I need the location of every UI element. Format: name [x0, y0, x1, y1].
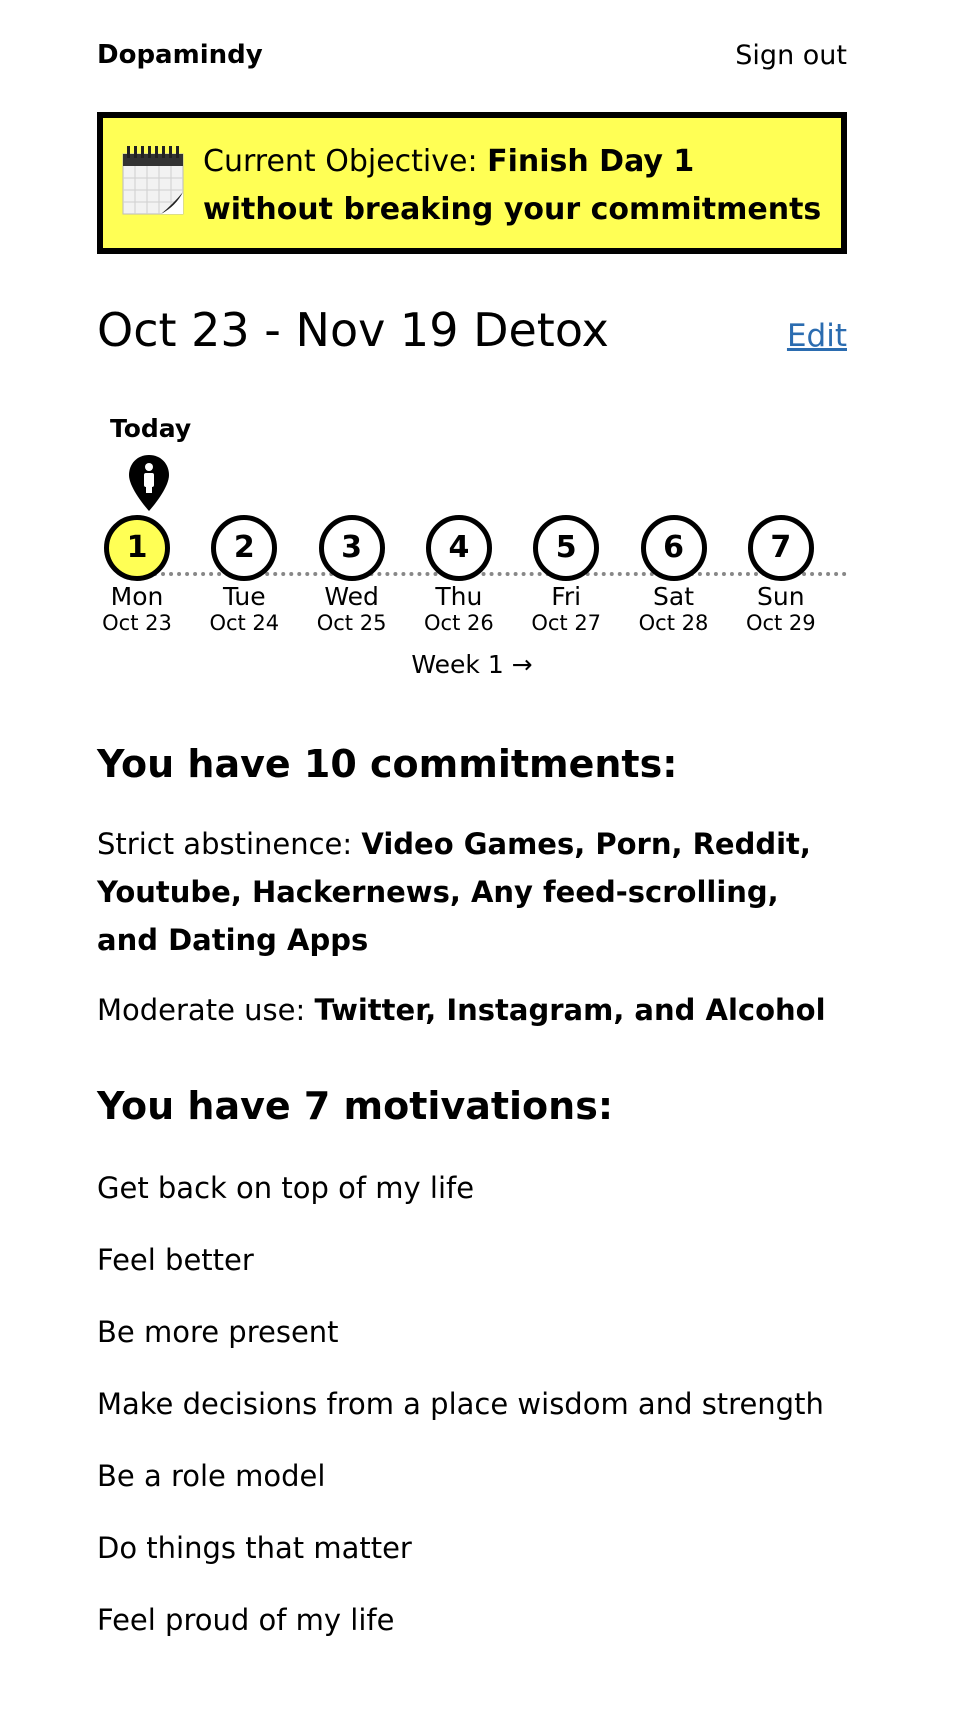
moderate-items: Twitter, Instagram, and Alcohol — [314, 993, 826, 1027]
motivation-item: Make decisions from a place wisdom and s… — [97, 1387, 824, 1421]
day-7[interactable]: 7 Sun Oct 29 — [731, 515, 831, 635]
motivation-item: Be a role model — [97, 1459, 326, 1493]
today-label: Today — [110, 414, 192, 443]
day-circle[interactable]: 2 — [211, 515, 278, 581]
motivation-item: Feel proud of my life — [97, 1603, 395, 1637]
day-date: Oct 26 — [424, 611, 494, 635]
objective-text: Current Objective: Finish Day 1 without … — [203, 138, 823, 234]
current-objective-banner: Current Objective: Finish Day 1 without … — [97, 112, 847, 254]
day-circle[interactable]: 4 — [425, 515, 492, 581]
day-2[interactable]: 2 Tue Oct 24 — [194, 515, 294, 635]
edit-link[interactable]: Edit — [787, 318, 847, 354]
day-date: Oct 24 — [209, 611, 280, 635]
motivations-heading: You have 7 motivations: — [97, 1084, 614, 1128]
detox-title: Oct 23 - Nov 19 Detox — [97, 303, 609, 357]
day-name: Sat — [653, 582, 694, 611]
objective-prefix: Current Objective: — [203, 144, 488, 179]
app-brand[interactable]: Dopamindy — [97, 40, 263, 70]
day-name: Tue — [222, 582, 266, 611]
sign-out-link[interactable]: Sign out — [735, 40, 847, 71]
day-name: Mon — [110, 582, 164, 611]
day-date: Oct 28 — [638, 611, 709, 635]
moderate-use-text: Moderate use: Twitter, Instagram, and Al… — [97, 986, 847, 1034]
strict-label: Strict abstinence: — [97, 827, 362, 861]
day-name: Thu — [435, 582, 483, 611]
day-circle[interactable]: 3 — [318, 515, 385, 581]
day-date: Oct 23 — [102, 611, 172, 635]
header: Dopamindy Sign out — [97, 40, 847, 80]
day-5[interactable]: 5 Fri Oct 27 — [516, 515, 616, 635]
motivation-item: Do things that matter — [97, 1531, 412, 1565]
moderate-label: Moderate use: — [97, 993, 315, 1027]
motivation-item: Feel better — [97, 1243, 254, 1277]
day-date: Oct 29 — [745, 611, 816, 635]
commitments-heading: You have 10 commitments: — [97, 742, 678, 786]
day-name: Fri — [551, 582, 582, 611]
day-date: Oct 27 — [531, 611, 602, 635]
next-week-link[interactable]: Week 1 → — [97, 650, 847, 679]
day-6[interactable]: 6 Sat Oct 28 — [624, 515, 724, 635]
week-timeline: Today 1 Mon Oct 23 2 Tue Oct 24 3 Wed Oct 25 4 Thu… — [97, 410, 847, 679]
motivation-item: Be more present — [97, 1315, 339, 1349]
day-circle[interactable]: 1 — [104, 515, 170, 581]
day-3[interactable]: 3 Wed Oct 25 — [302, 515, 402, 635]
day-circle[interactable]: 5 — [533, 515, 600, 581]
day-name: Sun — [757, 582, 805, 611]
day-date: Oct 25 — [316, 611, 387, 635]
calendar-icon — [122, 146, 184, 215]
motivation-item: Get back on top of my life — [97, 1171, 475, 1205]
day-circle[interactable]: 6 — [640, 515, 707, 581]
day-name: Wed — [324, 582, 379, 611]
strict-abstinence-text: Strict abstinence: Video Games, Porn, Re… — [97, 820, 847, 964]
day-4[interactable]: 4 Thu Oct 26 — [409, 515, 509, 635]
location-pin-icon — [129, 455, 169, 511]
day-1[interactable]: 1 Mon Oct 23 — [87, 515, 187, 635]
day-circle[interactable]: 7 — [747, 515, 814, 581]
